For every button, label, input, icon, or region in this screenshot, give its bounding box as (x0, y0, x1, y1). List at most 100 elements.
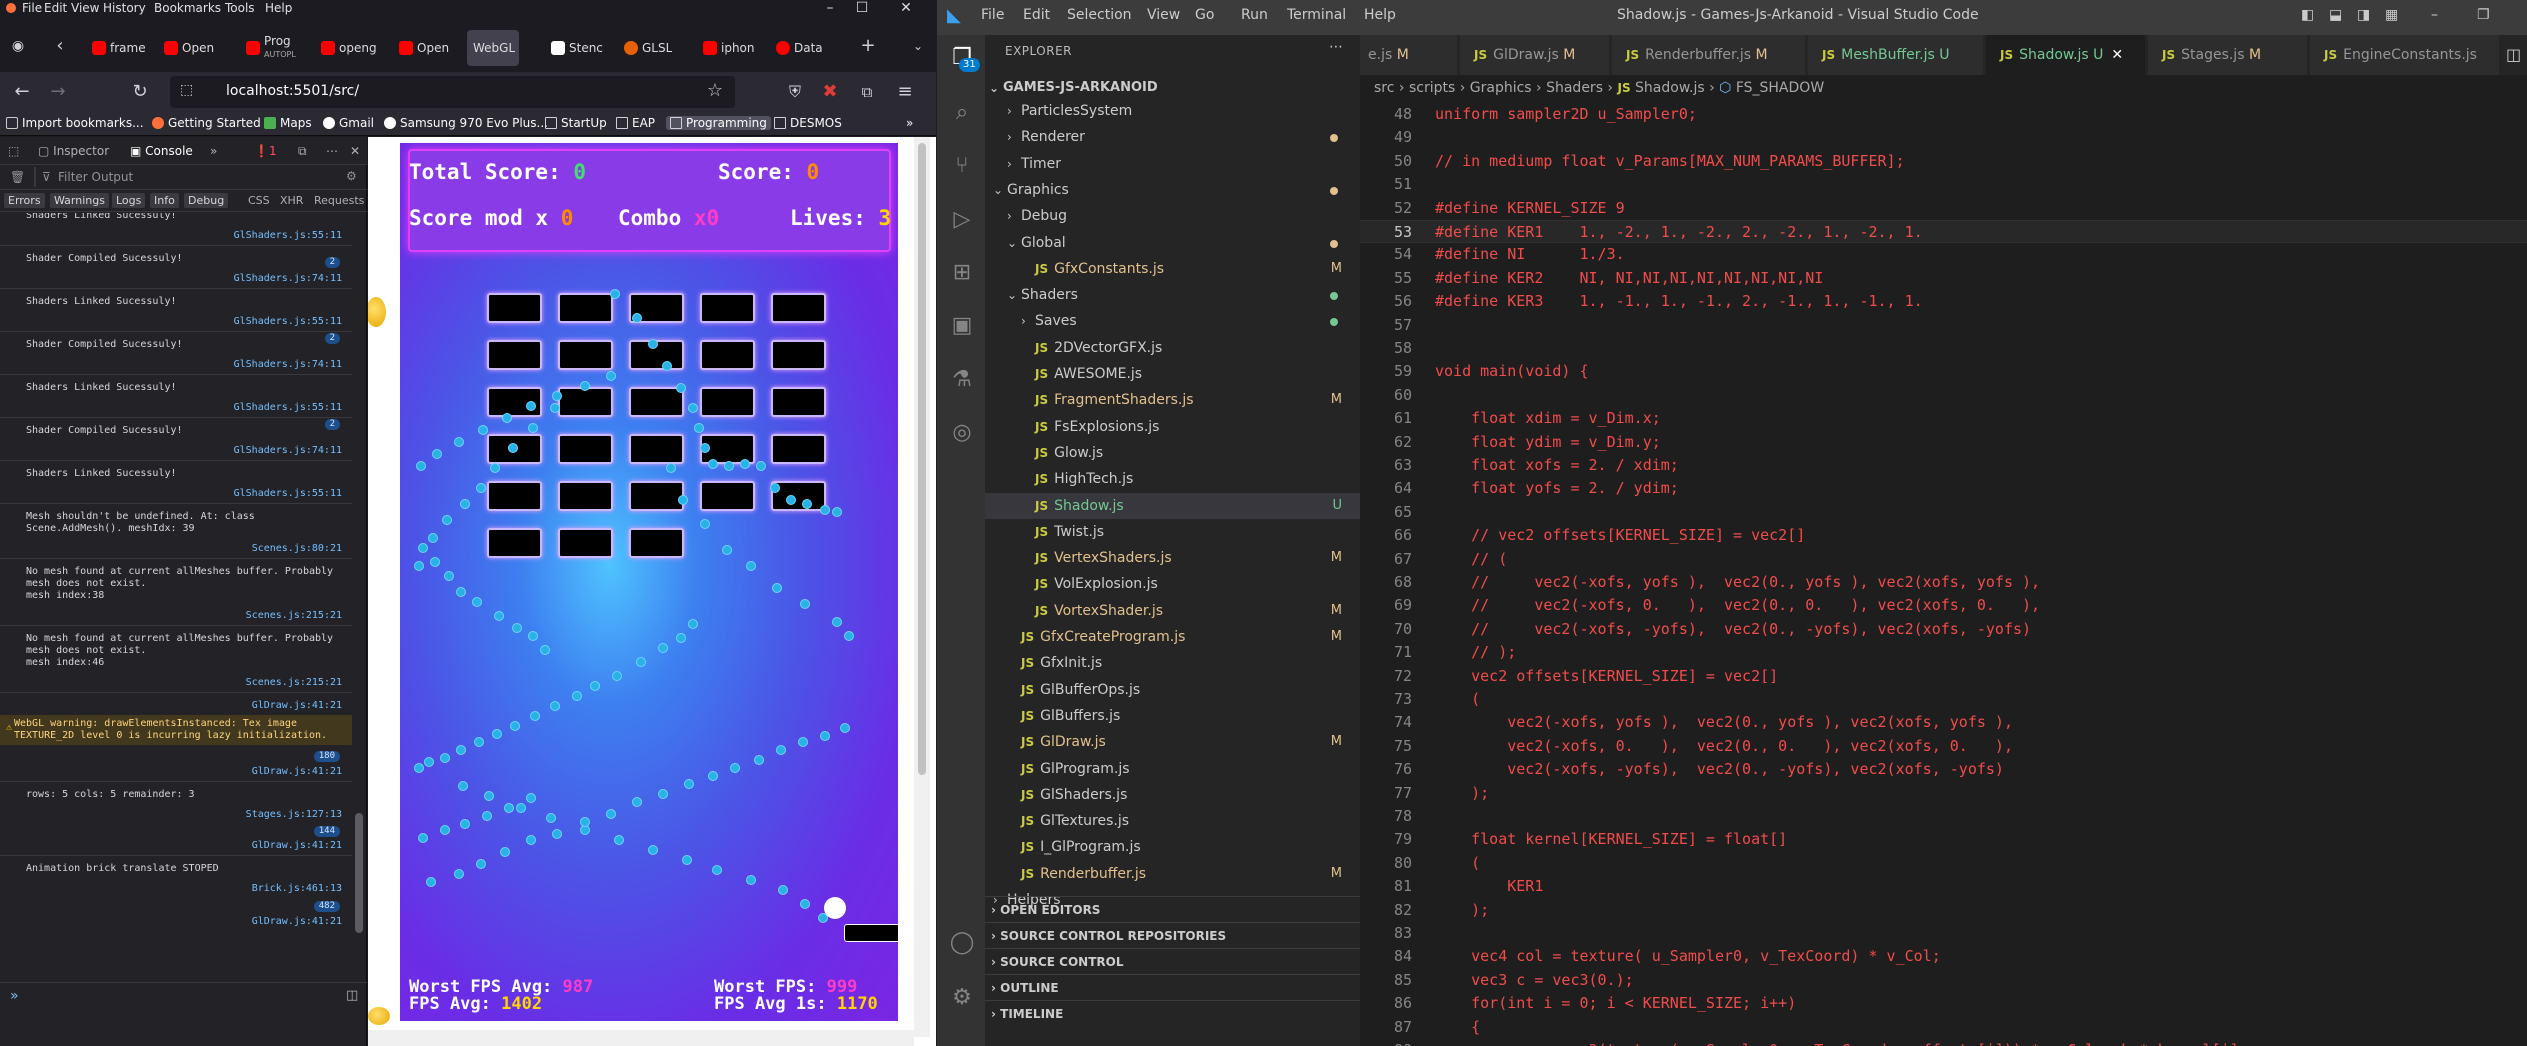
section-source-control[interactable]: › SOURCE CONTROL (985, 948, 1360, 974)
bookmarks-overflow-icon[interactable]: » (906, 116, 913, 130)
console-source-link[interactable]: GlShaders.js:74:11 (234, 273, 342, 284)
menu-go[interactable]: Go (1195, 7, 1214, 23)
tree-file[interactable]: JS GlProgram.js (985, 756, 1360, 782)
remote-explorer-icon[interactable]: ▣ (949, 313, 975, 339)
tree-folder[interactable]: › Saves (985, 308, 1360, 334)
section-outline[interactable]: › OUTLINE (985, 974, 1360, 1000)
browser-tab[interactable]: Stenc (545, 30, 605, 66)
breadcrumb-item[interactable]: src (1374, 80, 1394, 96)
back-icon[interactable]: ← (10, 80, 34, 104)
tree-folder[interactable]: ⌄ Global (985, 230, 1360, 256)
browser-tab[interactable]: iphon (697, 30, 757, 66)
tree-file[interactable]: JS GlTextures.js (985, 808, 1360, 834)
menu-history[interactable]: History (103, 1, 146, 15)
bookmark-folder-eap[interactable]: EAP (616, 116, 655, 130)
tree-file[interactable]: JS GlBufferOps.js (985, 677, 1360, 703)
bookmark-gmail[interactable]: Gmail (323, 116, 374, 130)
console-source-link[interactable]: Scenes.js:215:21 (246, 677, 342, 688)
console-source-link[interactable]: GlDraw.js:41:21 (252, 700, 342, 711)
category-logs[interactable]: Logs (112, 193, 146, 208)
bookmark-folder-startup[interactable]: StartUp (545, 116, 607, 130)
tree-file[interactable]: JS Glow.js (985, 440, 1360, 466)
tree-folder[interactable]: › Debug (985, 203, 1360, 229)
browser-tab[interactable]: Data (770, 30, 830, 66)
editor-tab[interactable]: JS MeshBuffer.js U (1808, 35, 1984, 75)
browser-tab[interactable]: frame (86, 30, 156, 66)
tree-folder[interactable]: › Renderer (985, 124, 1360, 150)
testing-icon[interactable]: ⚗ (949, 367, 975, 393)
tree-folder[interactable]: ⌄ Graphics (985, 177, 1360, 203)
category-css[interactable]: CSS (244, 193, 274, 208)
tree-file[interactable]: JS Shadow.js U (985, 492, 1360, 519)
close-button[interactable]: ✕ (876, 0, 936, 17)
console-source-link[interactable]: GlShaders.js:55:11 (234, 316, 342, 327)
tab-inspector[interactable]: ▢ Inspector (38, 144, 109, 158)
devtools-menu-icon[interactable]: ⋯ (326, 144, 338, 158)
extensions-puzzle-icon[interactable]: ⧉ (855, 80, 879, 104)
error-count-icon[interactable]: ❗1 (254, 144, 277, 158)
category-debug[interactable]: Debug (184, 193, 229, 208)
console-source-link[interactable]: GlShaders.js:74:11 (234, 359, 342, 370)
tab-scroll-left-icon[interactable]: ‹ (48, 34, 72, 58)
tree-file[interactable]: JS GfxCreateProgram.js M (985, 624, 1360, 650)
console-source-link[interactable]: GlShaders.js:55:11 (234, 402, 342, 413)
game-canvas[interactable]: Total Score: 0 Score: 0 Score mod x 0 Co… (400, 143, 898, 1021)
maximize-button[interactable]: ❐ (2477, 7, 2490, 23)
tree-file[interactable]: JS GlBuffers.js (985, 703, 1360, 729)
split-editor-icon[interactable]: ◫ (2506, 45, 2521, 64)
menu-edit[interactable]: Edit (44, 1, 67, 15)
menu-view[interactable]: View (71, 1, 99, 15)
console-source-link[interactable]: Scenes.js:215:21 (246, 610, 342, 621)
devtools-close-icon[interactable]: ✕ (350, 144, 360, 158)
tree-folder[interactable]: › ParticlesSystem (985, 98, 1360, 124)
filter-input[interactable]: Filter Output (58, 170, 133, 184)
page-scrollbar[interactable] (914, 137, 930, 1037)
more-tabs-icon[interactable]: » (210, 144, 217, 158)
tree-file[interactable]: JS HighTech.js (985, 466, 1360, 492)
bookmark-maps[interactable]: Maps (264, 116, 312, 130)
bookmark-import[interactable]: Import bookmarks... (6, 116, 144, 130)
tree-folder[interactable]: › Timer (985, 151, 1360, 177)
category-errors[interactable]: Errors (4, 193, 45, 208)
page-info-icon[interactable]: ⬚ (180, 82, 193, 98)
editor-tab[interactable]: JS EngineConstants.js (2310, 35, 2500, 75)
menu-edit[interactable]: Edit (1023, 7, 1050, 23)
category-requests[interactable]: Requests (310, 193, 368, 208)
search-icon[interactable]: ⌕ (949, 100, 975, 126)
url-bar[interactable]: ⬚ localhost:5501/src/ ☆ (170, 76, 735, 108)
bookmark-folder-programming[interactable]: Programming (666, 116, 771, 130)
menu-help[interactable]: Help (1364, 7, 1396, 23)
devtools-pick-icon[interactable]: ⬚ (8, 144, 19, 158)
category-info[interactable]: Info (150, 193, 179, 208)
tree-file[interactable]: JS VertexShaders.js M (985, 545, 1360, 571)
bookmark-folder-desmos[interactable]: DESMOS (774, 116, 842, 130)
reload-icon[interactable]: ↻ (128, 80, 152, 104)
source-control-icon[interactable]: ⑂ (949, 153, 975, 179)
browser-tab[interactable]: openg (315, 30, 385, 66)
settings-gear-icon[interactable]: ⚙ (949, 985, 975, 1011)
tab-list-chevron-icon[interactable]: ⌄ (906, 34, 930, 58)
tree-file[interactable]: JS FsExplosions.js (985, 414, 1360, 440)
tree-file[interactable]: JS VortexShader.js M (985, 598, 1360, 624)
tree-file[interactable]: JS AWESOME.js (985, 361, 1360, 387)
minimize-button[interactable]: – (2431, 7, 2438, 23)
menu-selection[interactable]: Selection (1067, 7, 1132, 23)
tab-close-icon[interactable]: ✕ (2111, 47, 2123, 63)
editor-tab[interactable]: JS Renderbuffer.js M (1612, 35, 1806, 75)
menu-bookmarks[interactable]: Bookmarks (154, 1, 221, 15)
layout-sidebar-icon[interactable]: ◧ (2301, 7, 2314, 23)
menu-terminal[interactable]: Terminal (1287, 7, 1346, 23)
forward-icon[interactable]: → (46, 80, 70, 104)
customize-layout-icon[interactable]: ▦ (2385, 7, 2398, 23)
extension-icon[interactable]: ✖ (818, 80, 842, 104)
run-debug-icon[interactable]: ▷ (949, 207, 975, 233)
tree-file[interactable]: JS I_GlProgram.js (985, 834, 1360, 860)
breadcrumb-item[interactable]: Shadow.js (1635, 80, 1705, 96)
tree-file[interactable]: JS Renderbuffer.js M (985, 861, 1360, 887)
page-hscrollbar[interactable] (368, 1030, 914, 1046)
tree-file[interactable]: JS GfxConstants.js M (985, 256, 1360, 282)
section-source-control-repositories[interactable]: › SOURCE CONTROL REPOSITORIES (985, 922, 1360, 948)
browser-tab[interactable]: Open (393, 30, 463, 66)
section-open-editors[interactable]: › OPEN EDITORS (985, 896, 1360, 922)
code-editor[interactable]: 48 uniform sampler2D u_Sampler0; 49 50 // in… (1360, 101, 2527, 1046)
